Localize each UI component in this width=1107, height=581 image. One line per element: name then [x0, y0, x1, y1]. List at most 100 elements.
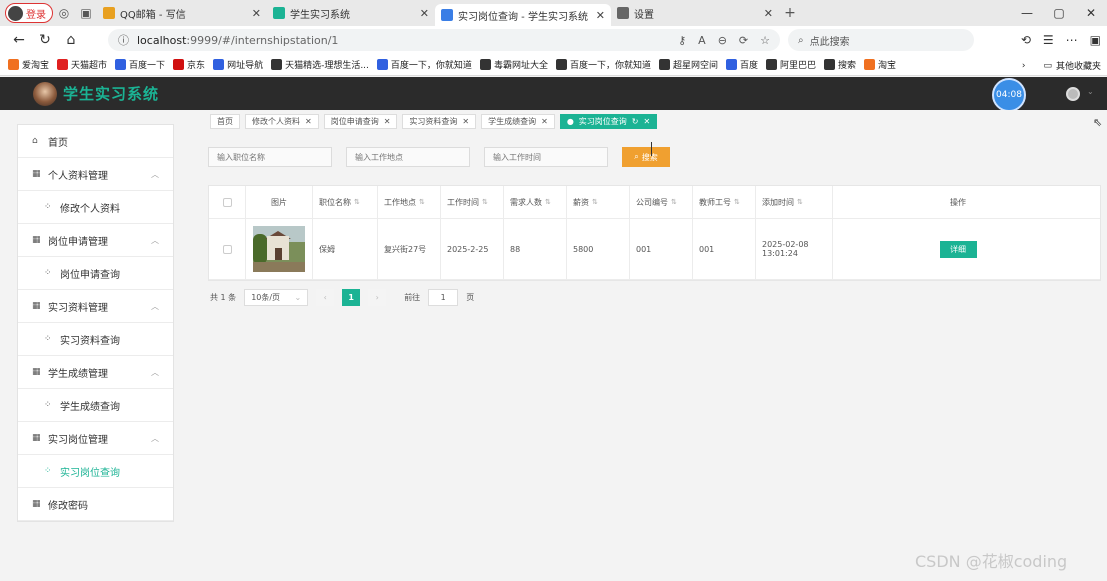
sort-icon[interactable]: ⇅ — [671, 198, 677, 206]
sort-icon[interactable]: ⇅ — [419, 198, 425, 206]
close-icon[interactable]: ✕ — [252, 7, 261, 20]
bookmark-item[interactable]: 京东 — [173, 58, 205, 71]
other-bookmarks[interactable]: › ▭ 其他收藏夹 — [1022, 59, 1101, 73]
sidebar-item[interactable]: ▦ 岗位申请管理 ︿ — [18, 224, 173, 257]
sidebar-item[interactable]: ⁘ 学生成绩查询 — [18, 389, 173, 422]
sidebar-item[interactable]: ▦ 学生成绩管理 ︿ — [18, 356, 173, 389]
column-header[interactable]: 工作地点 ⇅ — [378, 186, 441, 218]
favorites-icon[interactable]: ☰ — [1043, 33, 1054, 47]
tab-actions-icon[interactable]: ▣ — [75, 2, 97, 24]
browser-search-box[interactable]: ⌕ 点此搜索 — [788, 29, 974, 51]
bookmark-item[interactable]: 毒霸网址大全 — [479, 58, 548, 71]
bookmark-item[interactable]: 天猫超市 — [57, 58, 107, 71]
bookmark-item[interactable]: 百度一下，你就知道 — [555, 58, 651, 71]
tag-item[interactable]: 实习资料查询 ✕ — [402, 114, 477, 129]
bookmark-item[interactable]: 爱淘宝 — [8, 58, 49, 71]
tag-item[interactable]: 岗位申请查询 ✕ — [323, 114, 398, 129]
goto-page-input[interactable]: 1 — [428, 289, 459, 306]
position-thumbnail[interactable] — [253, 226, 305, 272]
bookmark-item[interactable]: 天猫精选-理想生活... — [271, 58, 369, 71]
sort-icon[interactable]: ⇅ — [734, 198, 740, 206]
sidebar-item[interactable]: ▦ 实习资料管理 ︿ — [18, 290, 173, 323]
sort-icon[interactable]: ⇅ — [797, 198, 803, 206]
bookmark-item[interactable]: 阿里巴巴 — [766, 58, 816, 71]
bookmark-item[interactable]: 搜索 — [824, 58, 856, 71]
column-header[interactable]: 工作时间 ⇅ — [441, 186, 504, 218]
back-button[interactable]: ← — [6, 27, 32, 53]
zoom-icon[interactable]: ⊖ — [718, 34, 727, 47]
chevron-up-icon[interactable]: ︿ — [151, 169, 159, 180]
sort-icon[interactable]: ⇅ — [482, 198, 488, 206]
browser-tab[interactable]: 实习岗位查询 - 学生实习系统 ✕ — [435, 4, 611, 26]
sidebar-item[interactable]: ⌂ 首页 — [18, 125, 173, 158]
sidebar-item[interactable]: ▦ 实习岗位管理 ︿ — [18, 422, 173, 455]
work-time-input[interactable] — [484, 147, 608, 167]
close-icon[interactable]: ✕ — [462, 117, 469, 126]
timer-badge[interactable]: 04:08 — [992, 78, 1026, 112]
more-menu-icon[interactable]: ⋯ — [1066, 33, 1078, 47]
key-icon[interactable]: ⚷ — [678, 34, 686, 47]
close-icon[interactable]: ✕ — [596, 9, 605, 22]
sort-icon[interactable]: ⇅ — [545, 198, 551, 206]
chevron-down-icon[interactable]: ⌄ — [1087, 87, 1094, 96]
new-tab-button[interactable]: + — [779, 2, 801, 24]
close-icon[interactable]: ✕ — [384, 117, 391, 126]
close-icon[interactable]: ✕ — [305, 117, 312, 126]
site-info-icon[interactable]: ⓘ — [118, 32, 129, 48]
column-header[interactable]: 公司编号 ⇅ — [630, 186, 693, 218]
restore-button[interactable]: ▢ — [1044, 0, 1074, 26]
close-icon[interactable]: ✕ — [541, 117, 548, 126]
chevron-up-icon[interactable]: ︿ — [151, 367, 159, 378]
tag-item[interactable]: ● 实习岗位查询 ↻ ✕ — [559, 114, 658, 129]
sidebar-item[interactable]: ⁘ 修改个人资料 — [18, 191, 173, 224]
page-number-current[interactable]: 1 — [342, 289, 361, 306]
refresh-icon[interactable]: ↻ — [632, 117, 639, 126]
next-page-button[interactable]: › — [368, 289, 387, 306]
extensions-icon[interactable]: ⟲ — [1021, 33, 1031, 47]
prev-page-button[interactable]: ‹ — [316, 289, 335, 306]
browser-tab[interactable]: 学生实习系统 ✕ — [267, 2, 435, 24]
bookmark-item[interactable]: 超星网空间 — [658, 58, 718, 71]
close-icon[interactable]: ✕ — [764, 7, 773, 20]
close-icon[interactable]: ✕ — [420, 7, 429, 20]
column-header[interactable]: 需求人数 ⇅ — [504, 186, 567, 218]
column-header[interactable]: 教师工号 ⇅ — [693, 186, 756, 218]
column-header[interactable]: 添加时间 ⇅ — [756, 186, 833, 218]
bookmark-item[interactable]: 淘宝 — [864, 58, 896, 71]
bookmark-item[interactable]: 百度 — [725, 58, 758, 71]
position-name-input[interactable] — [208, 147, 332, 167]
browser-tab[interactable]: 设置 ✕ — [611, 2, 779, 24]
sort-icon[interactable]: ⇅ — [592, 198, 598, 206]
minimize-button[interactable]: — — [1012, 0, 1042, 26]
favorite-star-icon[interactable]: ☆ — [760, 34, 770, 47]
detail-button[interactable]: 详细 — [939, 240, 977, 258]
sidebar-item[interactable]: ⁘ 岗位申请查询 — [18, 257, 173, 290]
select-all-checkbox[interactable] — [222, 197, 232, 207]
work-location-input[interactable] — [346, 147, 470, 167]
chevron-up-icon[interactable]: ︿ — [151, 433, 159, 444]
tag-item[interactable]: 首页 — [210, 114, 240, 129]
workspaces-icon[interactable]: ◎ — [53, 2, 75, 24]
chevron-right-icon[interactable]: › — [1022, 61, 1026, 71]
search-button[interactable]: ⌕ 搜索 — [622, 147, 670, 167]
browser-tab[interactable]: QQ邮箱 - 写信 ✕ — [97, 2, 267, 24]
home-button[interactable]: ⌂ — [58, 27, 84, 53]
profile-button[interactable]: 登录 — [5, 3, 53, 23]
read-aloud-icon[interactable]: A — [698, 34, 706, 47]
sidebar-item[interactable]: ▦ 个人资料管理 ︿ — [18, 158, 173, 191]
close-window-button[interactable]: ✕ — [1076, 0, 1106, 26]
url-field[interactable]: ⓘ localhost:9999/#/internshipstation/1 ⚷… — [108, 29, 780, 51]
bookmark-item[interactable]: 网址导航 — [213, 58, 263, 71]
tag-item[interactable]: 修改个人资料 ✕ — [245, 114, 319, 129]
chevron-up-icon[interactable]: ︿ — [151, 235, 159, 246]
column-header[interactable]: 职位名称 ⇅ — [313, 186, 378, 218]
user-avatar[interactable] — [1066, 87, 1080, 101]
tag-item[interactable]: 学生成绩查询 ✕ — [481, 114, 555, 129]
refresh-page-icon[interactable]: ⟳ — [739, 34, 748, 47]
bookmark-item[interactable]: 百度一下 — [115, 58, 165, 71]
row-checkbox[interactable] — [222, 244, 232, 254]
page-size-select[interactable]: 10条/页 ⌄ — [244, 289, 309, 306]
reload-button[interactable]: ↻ — [32, 27, 58, 53]
sidebar-item[interactable]: ⁘ 实习岗位查询 — [18, 455, 173, 488]
bookmark-item[interactable]: 百度一下，你就知道 — [376, 58, 472, 71]
